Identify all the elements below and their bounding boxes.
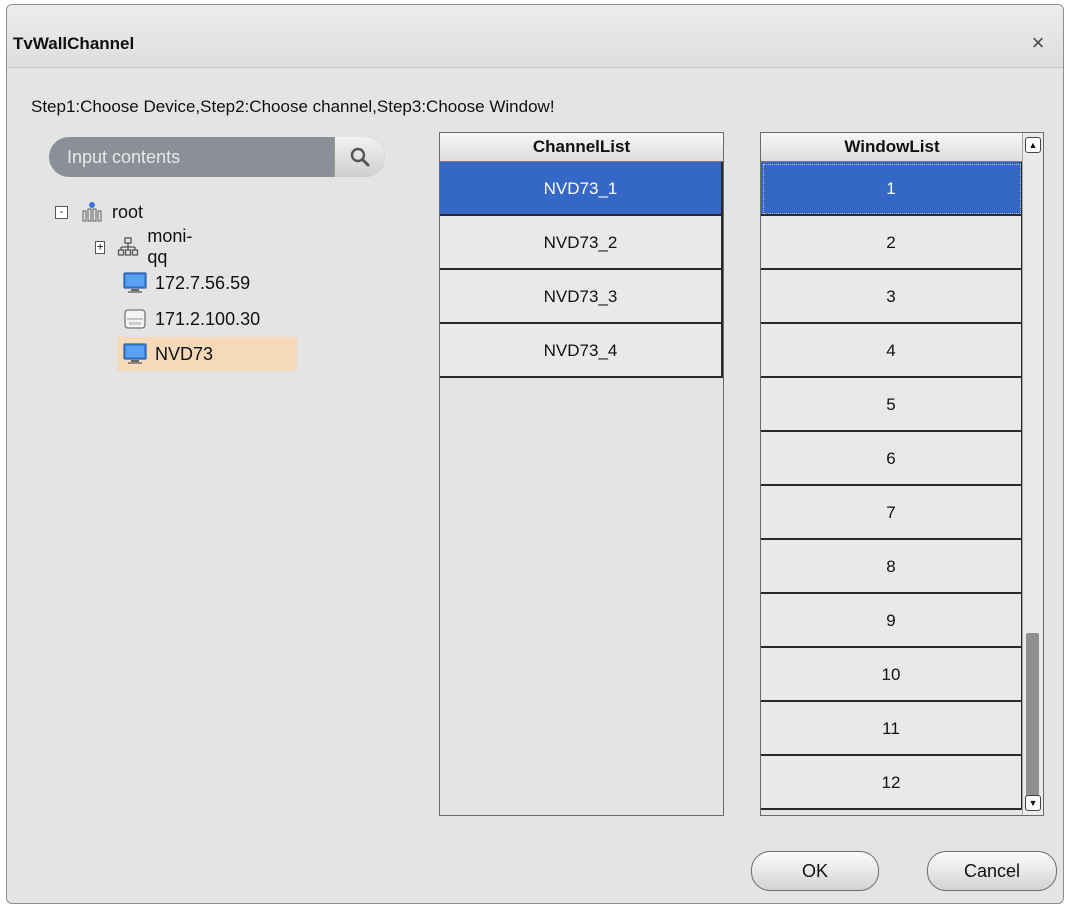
scroll-down-button[interactable]: ▼ xyxy=(1025,795,1041,811)
tree-node-172-7-56-59[interactable]: 172.7.56.59 xyxy=(123,269,250,297)
search-box xyxy=(49,137,385,177)
search-icon xyxy=(350,147,370,167)
window-list: WindowList 1 2 3 4 5 6 7 8 9 10 11 12 ▲ ▼ xyxy=(760,132,1044,816)
scroll-up-button[interactable]: ▲ xyxy=(1025,137,1041,153)
window-list-items: 1 2 3 4 5 6 7 8 9 10 11 12 xyxy=(761,162,1023,810)
window-item[interactable]: 6 xyxy=(761,432,1023,486)
window-item[interactable]: 11 xyxy=(761,702,1023,756)
monitor-icon xyxy=(123,342,147,366)
close-icon[interactable]: × xyxy=(1025,30,1051,56)
scroll-thumb[interactable] xyxy=(1026,633,1039,809)
tree-node-label: moni-qq xyxy=(147,226,193,267)
tree-node-moni-qq[interactable]: + moni-qq xyxy=(95,226,197,267)
expand-toggle[interactable]: + xyxy=(95,240,106,254)
window-item[interactable]: 1 xyxy=(761,162,1023,216)
tree-node-label: NVD73 xyxy=(155,343,214,364)
window-item[interactable]: 10 xyxy=(761,648,1023,702)
window-list-content: WindowList 1 2 3 4 5 6 7 8 9 10 11 12 xyxy=(761,133,1023,810)
search-input[interactable] xyxy=(49,137,329,177)
window-item[interactable]: 4 xyxy=(761,324,1023,378)
window-item[interactable]: 5 xyxy=(761,378,1023,432)
channel-item[interactable]: NVD73_3 xyxy=(440,270,723,324)
window-item[interactable]: 3 xyxy=(761,270,1023,324)
tree-node-label: root xyxy=(112,201,144,222)
window-item[interactable]: 7 xyxy=(761,486,1023,540)
window-item[interactable]: 2 xyxy=(761,216,1023,270)
channel-item[interactable]: NVD73_4 xyxy=(440,324,723,378)
window-item[interactable]: 9 xyxy=(761,594,1023,648)
channel-list-items: NVD73_1 NVD73_2 NVD73_3 NVD73_4 xyxy=(440,162,723,378)
instructions-text: Step1:Choose Device,Step2:Choose channel… xyxy=(31,97,555,116)
title-bar: TvWallChannel × xyxy=(7,5,1063,68)
channel-list-header: ChannelList xyxy=(440,133,723,162)
collapse-toggle[interactable]: - xyxy=(55,205,68,219)
storage-icon xyxy=(123,307,147,331)
channel-item[interactable]: NVD73_1 xyxy=(440,162,723,216)
window-list-header: WindowList xyxy=(761,133,1023,162)
window-item[interactable]: 8 xyxy=(761,540,1023,594)
cancel-button[interactable]: Cancel xyxy=(927,851,1057,891)
search-button[interactable] xyxy=(334,137,385,177)
tree-node-171-2-100-30[interactable]: 171.2.100.30 xyxy=(123,305,260,333)
window-item[interactable]: 12 xyxy=(761,756,1023,810)
tree-node-nvd73[interactable]: NVD73 xyxy=(117,337,297,371)
ok-button[interactable]: OK xyxy=(751,851,879,891)
window-list-scrollbar[interactable]: ▲ ▼ xyxy=(1022,133,1043,815)
organization-icon xyxy=(80,200,104,224)
channel-list: ChannelList NVD73_1 NVD73_2 NVD73_3 NVD73_4 xyxy=(439,132,724,816)
monitor-icon xyxy=(123,271,147,295)
tvwall-channel-dialog: TvWallChannel × Step1:Choose Device,Step… xyxy=(6,4,1064,904)
channel-item[interactable]: NVD73_2 xyxy=(440,216,723,270)
tree-node-root[interactable]: - root xyxy=(55,198,143,226)
network-icon xyxy=(117,235,139,259)
tree-node-label: 171.2.100.30 xyxy=(155,308,261,329)
tree-node-label: 172.7.56.59 xyxy=(155,272,251,293)
dialog-title: TvWallChannel xyxy=(13,34,135,53)
